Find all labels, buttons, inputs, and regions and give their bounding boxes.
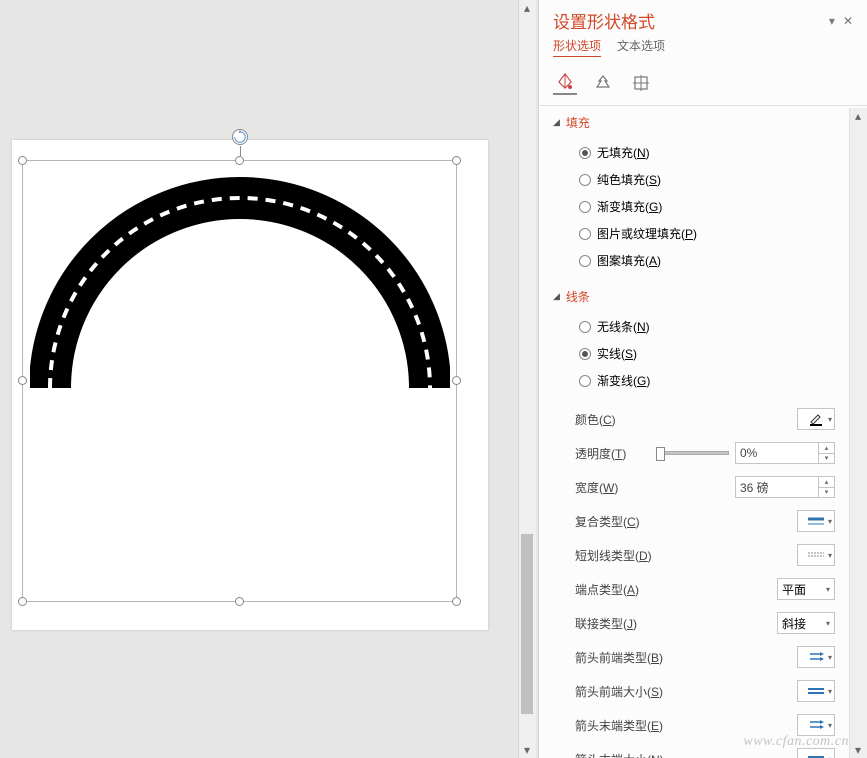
compound-label: 复合类型(C) bbox=[575, 513, 640, 530]
join-label: 联接类型(J) bbox=[575, 615, 637, 632]
resize-handle[interactable] bbox=[18, 376, 27, 385]
resize-handle[interactable] bbox=[18, 156, 27, 165]
resize-handle[interactable] bbox=[452, 597, 461, 606]
section-fill-header[interactable]: ◢ 填充 bbox=[539, 108, 849, 137]
scrollbar-thumb[interactable] bbox=[521, 534, 533, 714]
task-pane-options-icon[interactable]: ▾ bbox=[827, 14, 837, 28]
fill-picture-radio[interactable]: 图片或纹理填充(P) bbox=[579, 220, 835, 247]
resize-handle[interactable] bbox=[235, 156, 244, 165]
scroll-up-icon[interactable]: ▴ bbox=[519, 0, 535, 16]
fill-gradient-radio[interactable]: 渐变填充(G) bbox=[579, 193, 835, 220]
width-label: 宽度(W) bbox=[575, 479, 618, 496]
arrow-size-icon bbox=[808, 754, 824, 758]
arrow-begin-size-label: 箭头前端大小(S) bbox=[575, 683, 663, 700]
line-none-radio[interactable]: 无线条(N) bbox=[579, 313, 835, 340]
join-type-dropdown[interactable]: 斜接▾ bbox=[777, 612, 835, 634]
watermark: www.cfan.com.cn bbox=[743, 734, 849, 750]
arrow-end-type-button[interactable]: ▾ bbox=[797, 714, 835, 736]
transparency-label: 透明度(T) bbox=[575, 445, 626, 462]
line-solid-radio[interactable]: 实线(S) bbox=[579, 340, 835, 367]
cap-label: 端点类型(A) bbox=[575, 581, 639, 598]
line-gradient-radio[interactable]: 渐变线(G) bbox=[579, 367, 835, 394]
canvas-scrollbar[interactable]: ▴ ▾ bbox=[518, 0, 536, 758]
close-icon[interactable]: ✕ bbox=[841, 14, 855, 28]
arrow-type-icon bbox=[808, 720, 824, 730]
spin-up-icon[interactable]: ▴ bbox=[819, 477, 834, 488]
arrow-begin-type-label: 箭头前端类型(B) bbox=[575, 649, 663, 666]
pen-icon bbox=[808, 411, 824, 427]
arrow-end-type-label: 箭头末端类型(E) bbox=[575, 717, 663, 734]
tab-shape-options[interactable]: 形状选项 bbox=[553, 37, 601, 57]
arrow-begin-size-button[interactable]: ▾ bbox=[797, 680, 835, 702]
scroll-up-icon[interactable]: ▴ bbox=[850, 108, 866, 124]
color-label: 颜色(C) bbox=[575, 411, 616, 428]
color-picker-button[interactable]: ▾ bbox=[797, 408, 835, 430]
transparency-slider[interactable] bbox=[659, 451, 729, 455]
collapse-icon: ◢ bbox=[553, 117, 560, 128]
resize-handle[interactable] bbox=[18, 597, 27, 606]
slider-knob[interactable] bbox=[656, 447, 665, 461]
arrow-size-icon bbox=[808, 686, 824, 696]
width-input[interactable]: 36 磅▴▾ bbox=[735, 476, 835, 498]
panel-scrollbar[interactable]: ▴ ▾ bbox=[849, 108, 867, 758]
fill-pattern-radio[interactable]: 图案填充(A) bbox=[579, 247, 835, 274]
spin-down-icon[interactable]: ▾ bbox=[819, 488, 834, 498]
compound-line-icon bbox=[808, 516, 824, 526]
resize-handle[interactable] bbox=[452, 376, 461, 385]
spin-up-icon[interactable]: ▴ bbox=[819, 443, 834, 454]
transparency-input[interactable]: 0%▴▾ bbox=[735, 442, 835, 464]
section-line-label: 线条 bbox=[566, 288, 590, 305]
tab-text-options[interactable]: 文本选项 bbox=[617, 37, 665, 57]
scroll-down-icon[interactable]: ▾ bbox=[519, 742, 535, 758]
effects-icon[interactable] bbox=[591, 71, 615, 95]
section-fill-label: 填充 bbox=[566, 114, 590, 131]
dash-label: 短划线类型(D) bbox=[575, 547, 652, 564]
size-properties-icon[interactable] bbox=[629, 71, 653, 95]
panel-title: 设置形状格式 bbox=[553, 8, 655, 33]
arrow-type-icon bbox=[808, 652, 824, 662]
fill-solid-radio[interactable]: 纯色填充(S) bbox=[579, 166, 835, 193]
fill-line-icon[interactable] bbox=[553, 71, 577, 95]
dash-type-button[interactable]: ▾ bbox=[797, 544, 835, 566]
resize-handle[interactable] bbox=[235, 597, 244, 606]
canvas-area: ▴ ▾ bbox=[0, 0, 538, 758]
cap-type-dropdown[interactable]: 平面▾ bbox=[777, 578, 835, 600]
compound-type-button[interactable]: ▾ bbox=[797, 510, 835, 532]
section-line-header[interactable]: ◢ 线条 bbox=[539, 282, 849, 311]
dash-line-icon bbox=[808, 551, 824, 559]
format-shape-panel: 设置形状格式 ▾ ✕ 形状选项 文本选项 ◢ 填充 无填充(N) 纯色填充(S)… bbox=[538, 0, 867, 758]
arrow-begin-type-button[interactable]: ▾ bbox=[797, 646, 835, 668]
fill-none-radio[interactable]: 无填充(N) bbox=[579, 139, 835, 166]
rotate-handle[interactable] bbox=[232, 129, 248, 145]
collapse-icon: ◢ bbox=[553, 291, 560, 302]
selection-box[interactable] bbox=[22, 160, 457, 602]
spin-down-icon[interactable]: ▾ bbox=[819, 454, 834, 464]
arrow-end-size-label: 箭头末端大小(N) bbox=[575, 751, 664, 758]
scroll-down-icon[interactable]: ▾ bbox=[850, 742, 866, 758]
resize-handle[interactable] bbox=[452, 156, 461, 165]
